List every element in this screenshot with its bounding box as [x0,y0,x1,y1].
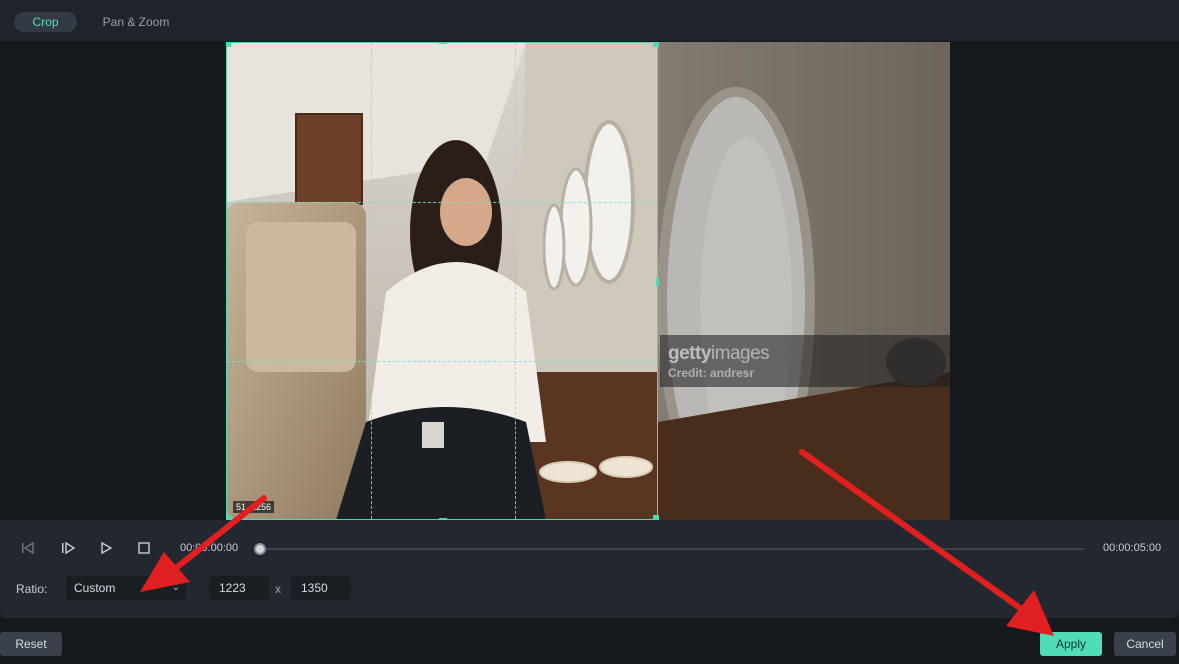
chevron-down-icon: ⌄ [171,582,180,593]
cancel-button[interactable]: Cancel [1114,632,1176,656]
crop-grid-line [227,202,657,203]
ratio-selected-value: Custom [74,581,116,595]
crop-size-label: 51 1256 [233,501,275,513]
control-panel: 00:00:00:00 00:00:05:00 Ratio: Custom ⌄ … [0,520,1179,618]
preview-image: gettyimages Credit: andresr 51 1256 [226,42,950,520]
crop-handle-top[interactable] [439,42,447,44]
tab-bar: Crop Pan & Zoom [0,0,1179,42]
ratio-select[interactable]: Custom ⌄ [66,576,186,600]
crop-handle-top-left[interactable] [226,42,231,47]
crop-handle-left[interactable] [226,278,228,286]
play-step-icon[interactable] [58,538,78,558]
crop-handle-right[interactable] [656,278,659,286]
ratio-label: Ratio: [16,582,48,596]
prev-frame-icon[interactable] [18,538,38,558]
tab-crop[interactable]: Crop [14,12,77,32]
crop-grid-line [515,43,516,519]
crop-frame[interactable]: 51 1256 [226,42,659,520]
crop-grid-line [227,361,657,362]
stop-icon[interactable] [134,538,154,558]
dimension-separator: x [275,582,281,596]
crop-outside-shade [658,42,950,520]
reset-button[interactable]: Reset [0,632,62,656]
apply-button[interactable]: Apply [1040,632,1102,656]
current-time: 00:00:00:00 [180,542,239,554]
crop-handle-top-right[interactable] [653,42,659,47]
play-icon[interactable] [96,538,116,558]
crop-width-input[interactable] [209,576,269,600]
timeline-playhead[interactable] [254,543,266,555]
crop-grid-line [371,43,372,519]
preview-area: gettyimages Credit: andresr 51 1256 [0,42,1179,520]
total-time: 00:00:05:00 [1103,542,1162,554]
timeline-track[interactable] [262,548,1084,550]
tab-pan-zoom[interactable]: Pan & Zoom [94,12,178,32]
crop-height-input[interactable] [291,576,351,600]
